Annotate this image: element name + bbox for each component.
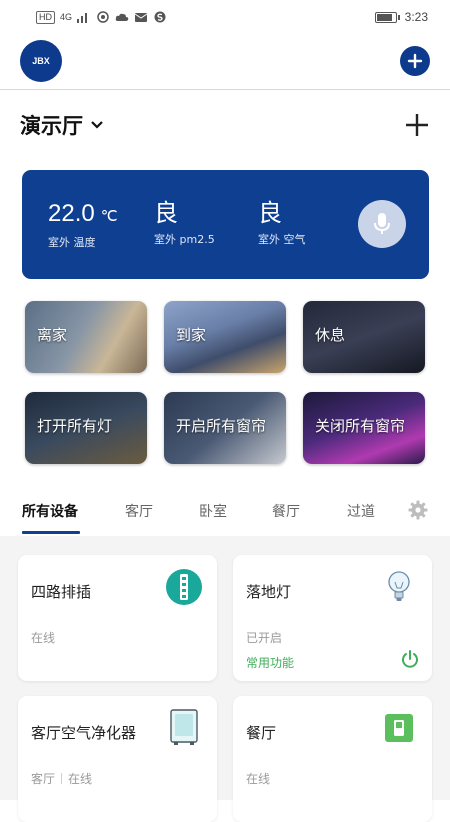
tab-label: 所有设备	[22, 504, 78, 520]
room-selector[interactable]: 演示厅	[20, 110, 103, 140]
status-time: 3:23	[404, 10, 428, 24]
device-name: 四路排插	[31, 583, 92, 601]
cloud-icon	[115, 13, 129, 21]
light-bulb-icon	[380, 568, 418, 606]
temperature-label: 室外 温度	[48, 236, 96, 249]
tab-label: 过道	[347, 504, 375, 520]
device-name: 落地灯	[246, 583, 292, 601]
tab-all-devices[interactable]: 所有设备	[22, 492, 80, 534]
device-card-power-strip[interactable]: 四路排插 在线	[18, 555, 217, 681]
brand-logo: JBX	[20, 40, 62, 82]
room-name: 演示厅	[20, 114, 83, 138]
hd-badge: HD	[36, 10, 55, 24]
add-device-button[interactable]	[400, 46, 430, 76]
device-status: 已开启	[246, 629, 282, 646]
pm25-value: 良	[154, 200, 178, 227]
scene-label: 关闭所有窗帘	[315, 417, 406, 435]
tab-dining-room[interactable]: 餐厅	[272, 492, 300, 534]
device-card-dining-switch[interactable]: 餐厅 在线	[233, 696, 432, 822]
tab-bedroom[interactable]: 卧室	[199, 492, 227, 534]
room-header: 演示厅	[20, 108, 430, 142]
pm25-block: 良 室外 pm2.5	[154, 200, 215, 247]
device-name: 客厅空气净化器	[31, 724, 137, 742]
top-bar: JBX	[0, 34, 450, 90]
voice-button[interactable]	[358, 200, 406, 248]
temperature-unit: ℃	[100, 208, 118, 225]
device-list: 四路排插 在线 落地灯 已开启 常用功能 客厅空气净化器 客厅 在线 餐厅 在线	[0, 536, 450, 822]
scene-label: 休息	[315, 326, 346, 344]
hotspot-icon	[97, 11, 109, 23]
scene-label: 离家	[37, 326, 68, 344]
device-status-text: 在线	[31, 631, 56, 645]
chevron-down-icon	[91, 121, 103, 129]
battery-icon	[374, 11, 400, 23]
signal-label: 4G	[60, 12, 73, 22]
device-status: 在线	[31, 629, 55, 646]
common-function-link[interactable]: 常用功能	[246, 654, 294, 671]
add-room-button[interactable]	[404, 112, 430, 138]
scene-all-lights-on[interactable]: 打开所有灯	[25, 392, 147, 464]
weather-card: 22.0 ℃ 室外 温度 良 室外 pm2.5 良 室外 空气	[22, 170, 429, 279]
tab-label: 餐厅	[272, 504, 300, 520]
status-icons: HD 4G	[36, 10, 167, 24]
device-status: 在线	[246, 770, 270, 787]
scene-label: 开启所有窗帘	[176, 417, 267, 435]
scene-close-curtains[interactable]: 关闭所有窗帘	[303, 392, 425, 464]
air-purifier-icon	[165, 709, 203, 747]
tab-active-indicator	[22, 531, 80, 534]
scene-open-curtains[interactable]: 开启所有窗帘	[164, 392, 286, 464]
device-status: 客厅 在线	[31, 770, 92, 787]
microphone-icon	[374, 213, 390, 234]
signal-icon	[77, 13, 88, 23]
device-card-air-purifier[interactable]: 客厅空气净化器 客厅 在线	[18, 696, 217, 822]
device-status-text: 已开启	[246, 631, 283, 645]
scene-arrive-home[interactable]: 到家	[164, 301, 286, 373]
power-strip-icon	[165, 568, 203, 606]
air-label: 室外 空气	[258, 233, 306, 246]
device-room-text: 客厅	[31, 772, 56, 786]
tab-hallway[interactable]: 过道	[347, 492, 375, 534]
battery-fill	[376, 13, 392, 21]
plus-circle-icon	[407, 53, 423, 69]
logo-text: JBX	[32, 56, 50, 66]
scene-rest[interactable]: 休息	[303, 301, 425, 373]
temperature-block: 22.0 ℃ 室外 温度	[48, 200, 118, 250]
mail-icon	[134, 13, 148, 22]
pm25-label: 室外 pm2.5	[154, 233, 215, 246]
scene-label: 到家	[176, 326, 207, 344]
plus-icon	[406, 114, 428, 136]
device-name: 餐厅	[246, 724, 277, 742]
gear-icon[interactable]	[408, 500, 428, 520]
air-block: 良 室外 空气	[258, 200, 306, 247]
scene-leave-home[interactable]: 离家	[25, 301, 147, 373]
device-status-text: 在线	[68, 772, 93, 786]
app-s-icon	[154, 11, 166, 23]
scene-label: 打开所有灯	[37, 417, 113, 435]
power-icon[interactable]	[400, 649, 420, 669]
temperature-value: 22.0	[48, 200, 95, 227]
switch-icon	[380, 709, 418, 747]
tab-label: 卧室	[199, 504, 227, 520]
device-card-floor-lamp[interactable]: 落地灯 已开启 常用功能	[233, 555, 432, 681]
air-value: 良	[258, 200, 282, 227]
tab-label: 客厅	[125, 504, 153, 520]
divider	[61, 773, 63, 784]
device-status-text: 在线	[246, 772, 271, 786]
status-bar: HD 4G 3:23	[0, 0, 450, 34]
room-tabs: 所有设备 客厅 卧室 餐厅 过道	[22, 492, 432, 534]
tab-living-room[interactable]: 客厅	[125, 492, 153, 534]
